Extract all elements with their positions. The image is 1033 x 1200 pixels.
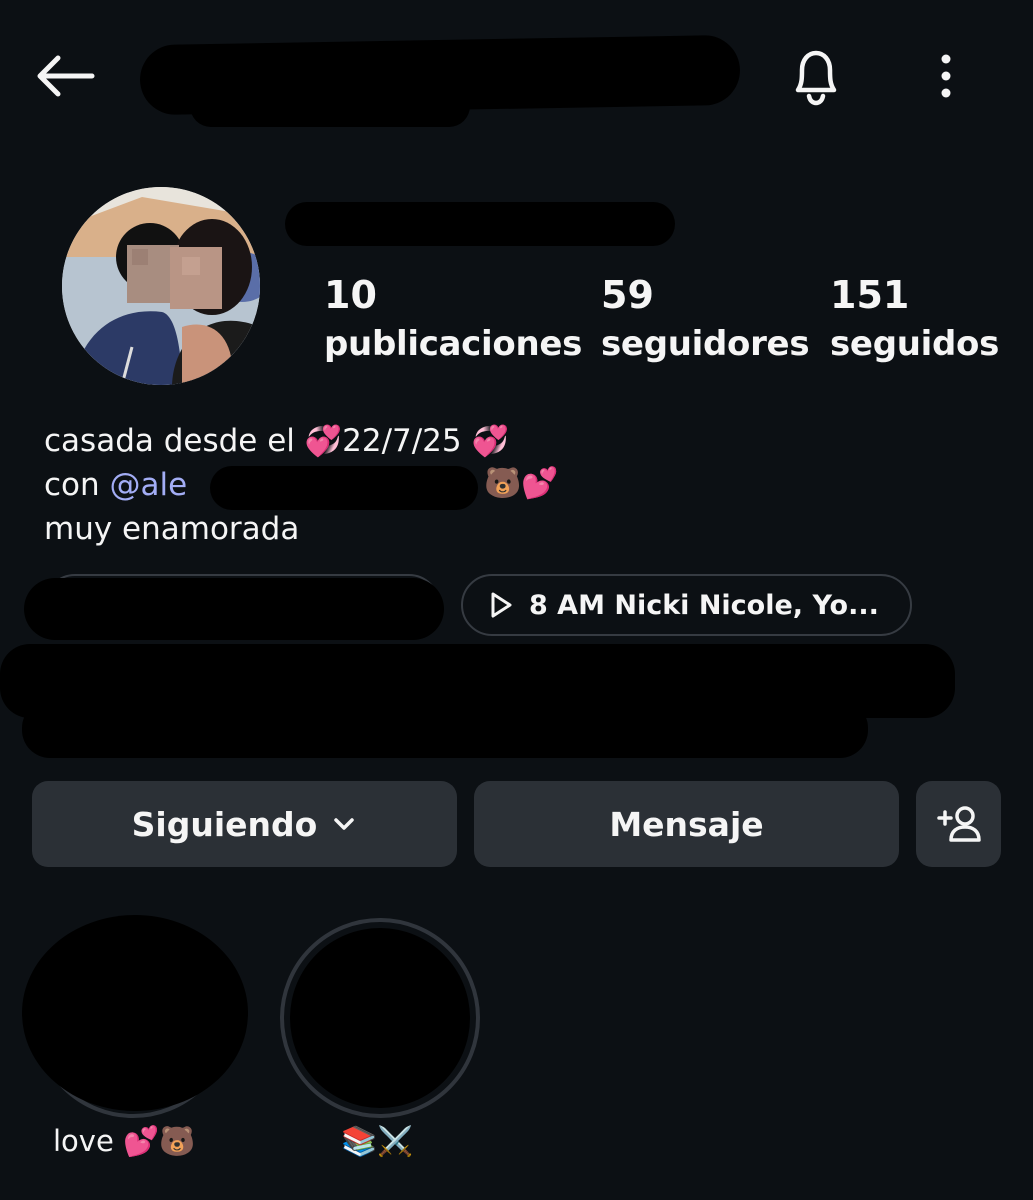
message-button[interactable]: Mensaje xyxy=(474,781,899,867)
more-vertical-icon xyxy=(941,54,951,98)
following-button-label: Siguiendo xyxy=(131,804,318,844)
following-label: seguidos xyxy=(830,324,1000,364)
profile-avatar[interactable] xyxy=(62,187,260,385)
back-button[interactable] xyxy=(28,40,100,112)
bio-line-1: casada desde el 💞22/7/25 💞 xyxy=(44,419,509,464)
bio-date: 22/7/25 xyxy=(342,423,462,459)
highlight-1-label: love 💕🐻 xyxy=(53,1124,196,1158)
music-track-label: 8 AM Nicki Nicole, Yo... xyxy=(529,589,879,621)
bio-line-2-emojis: 🐻💕 xyxy=(484,461,559,506)
stat-followers[interactable]: 59 seguidores xyxy=(601,272,810,370)
music-pill[interactable]: 8 AM Nicki Nicole, Yo... xyxy=(461,574,912,636)
notifications-button[interactable] xyxy=(780,40,852,112)
highlight-2-cover-redacted xyxy=(290,928,470,1108)
redacted-block-2 xyxy=(22,700,868,758)
more-options-button[interactable] xyxy=(915,40,977,112)
followers-count: 59 xyxy=(601,273,654,317)
bio-mention-link[interactable]: @ale xyxy=(110,467,188,503)
bear-heart-emoji: 🐻💕 xyxy=(484,466,559,501)
display-name-redacted xyxy=(285,202,675,246)
following-count: 151 xyxy=(830,273,910,317)
username-redacted-2 xyxy=(190,85,470,127)
highlight-1-cover-redacted xyxy=(22,915,248,1111)
suggest-users-button[interactable] xyxy=(916,781,1001,867)
link-pill-redacted xyxy=(24,578,444,640)
stat-following[interactable]: 151 seguidos xyxy=(830,272,999,370)
mention-redacted xyxy=(210,466,478,510)
bio-emoji-2: 💞 xyxy=(471,424,509,459)
bio-line-3: muy enamorada xyxy=(44,511,300,547)
avatar-photo xyxy=(62,187,260,385)
bell-icon xyxy=(795,50,837,106)
highlight-2-label: 📚⚔️ xyxy=(341,1124,414,1158)
bio-emoji: 💞 xyxy=(304,424,343,459)
play-icon xyxy=(491,592,512,618)
posts-label: publicaciones xyxy=(324,324,583,364)
stat-posts[interactable]: 10 publicaciones xyxy=(324,272,582,370)
add-person-icon xyxy=(936,806,981,842)
bio-text: casada desde el xyxy=(44,423,305,459)
arrow-left-icon xyxy=(37,55,95,97)
bio-prefix: con xyxy=(44,467,110,503)
following-button[interactable]: Siguiendo xyxy=(32,781,457,867)
chevron-down-icon xyxy=(334,818,355,830)
followers-label: seguidores xyxy=(601,324,810,364)
message-button-label: Mensaje xyxy=(609,804,764,844)
posts-count: 10 xyxy=(324,273,377,317)
bio-line-2: con @ale xyxy=(44,463,187,507)
